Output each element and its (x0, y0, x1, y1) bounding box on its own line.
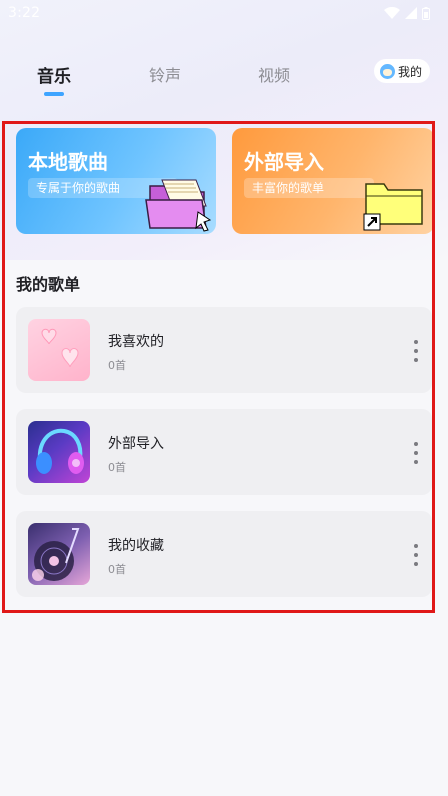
folder-icon (144, 176, 214, 234)
playlist-name: 我的收藏 (108, 538, 164, 554)
playlist-count: 0首 (108, 563, 126, 576)
status-time: 3:22 (8, 5, 41, 21)
playlist-count: 0首 (108, 461, 126, 474)
local-songs-card[interactable]: 本地歌曲 专属于你的歌曲 (16, 128, 216, 234)
my-playlists-title: 我的歌单 (16, 275, 81, 294)
external-import-title: 外部导入 (244, 150, 324, 174)
status-icons (384, 6, 430, 20)
vinyl-cover (28, 523, 90, 585)
tab-music[interactable]: 音乐 (37, 62, 71, 87)
external-import-subtitle: 丰富你的歌单 (244, 178, 374, 198)
mine-button[interactable]: 我的 (373, 59, 430, 83)
playlist-name: 外部导入 (108, 436, 164, 452)
playlist-item-external-import[interactable]: 外部导入 0首 (16, 409, 432, 495)
battery-icon (422, 6, 430, 20)
tab-video[interactable]: 视频 (258, 62, 290, 86)
playlist-name: 我喜欢的 (108, 334, 164, 350)
status-bar: 3:22 (0, 0, 448, 26)
hearts-cover (28, 319, 90, 381)
tab-indicator (44, 92, 64, 96)
playlist-item-favorites[interactable]: 我喜欢的 0首 (16, 307, 432, 393)
more-options-icon[interactable] (412, 442, 420, 464)
top-tabs: 音乐 铃声 视频 我的 (0, 58, 448, 98)
external-import-card[interactable]: 外部导入 丰富你的歌单 (232, 128, 434, 234)
local-songs-title: 本地歌曲 (28, 150, 108, 174)
more-options-icon[interactable] (412, 340, 420, 362)
more-options-icon[interactable] (412, 544, 420, 566)
mine-label: 我的 (397, 64, 422, 79)
folder-shortcut-icon (362, 178, 428, 234)
playlist-item-collection[interactable]: 我的收藏 0首 (16, 511, 432, 597)
tab-ringtone[interactable]: 铃声 (149, 62, 181, 86)
headphones-cover (28, 421, 90, 483)
avatar-icon (379, 63, 395, 79)
signal-icon (405, 7, 417, 19)
wifi-icon (384, 7, 400, 19)
playlist-count: 0首 (108, 359, 126, 372)
